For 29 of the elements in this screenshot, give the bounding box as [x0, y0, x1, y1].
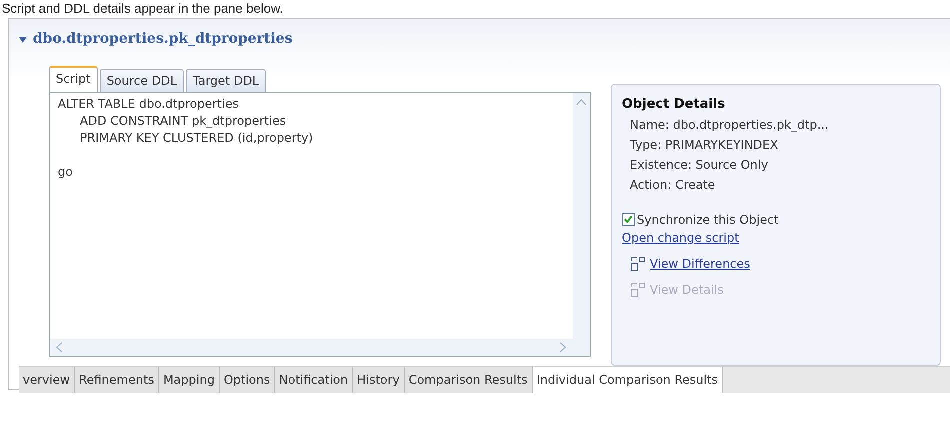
bottom-tab[interactable]: Mapping — [159, 367, 220, 393]
bottom-tab[interactable]: Comparison Results — [404, 367, 533, 393]
change-script-link[interactable]: Open change script — [622, 230, 740, 244]
bottom-tab[interactable]: Refinements — [75, 367, 160, 393]
script-editor[interactable]: ALTER TABLE dbo.dtproperties ADD CONSTRAINT pk_dtproperties PRIMARY KEY CLUSTERED (id,property) go — [49, 92, 591, 357]
caption-text: Script and DDL details appear in the pane below. — [2, 1, 284, 17]
code-line: ADD CONSTRAINT pk_dtproperties — [79, 113, 288, 130]
detail-text: Existence: Source Only — [629, 156, 770, 174]
detail-text: Type: PRIMARYKEYINDEX — [629, 136, 780, 154]
action-link[interactable]: View Differences — [650, 254, 750, 272]
bottom-tab[interactable]: Notification — [275, 367, 354, 393]
script-tab[interactable]: Source DDL — [100, 69, 184, 92]
script-tab[interactable]: Script — [49, 66, 98, 92]
expand-triangle-icon[interactable] — [19, 36, 27, 42]
code-line: PRIMARY KEY CLUSTERED (id,property) — [79, 130, 314, 147]
code-line: ALTER TABLE dbo.dtproperties — [58, 96, 240, 113]
checkbox-label[interactable]: Synchronize this Object — [637, 210, 779, 228]
details-title: Object Details — [622, 96, 726, 114]
detail-text: Name: dbo.dtproperties.pk_dtp... — [629, 116, 830, 134]
code-line: go — [58, 164, 74, 181]
section-title: dbo.dtproperties.pk_dtproperties — [33, 30, 293, 49]
bottom-tab[interactable]: History — [353, 367, 405, 393]
horizontal-scrollbar[interactable] — [50, 339, 573, 356]
bottom-tab[interactable]: verview — [19, 367, 76, 393]
script-tab[interactable]: Target DDL — [186, 69, 266, 92]
detail-text: Action: Create — [629, 176, 716, 194]
bottom-tab[interactable]: Individual Comparison Results — [532, 367, 724, 393]
checkbox[interactable] — [622, 213, 635, 226]
bottom-tab[interactable]: Options — [220, 367, 276, 393]
